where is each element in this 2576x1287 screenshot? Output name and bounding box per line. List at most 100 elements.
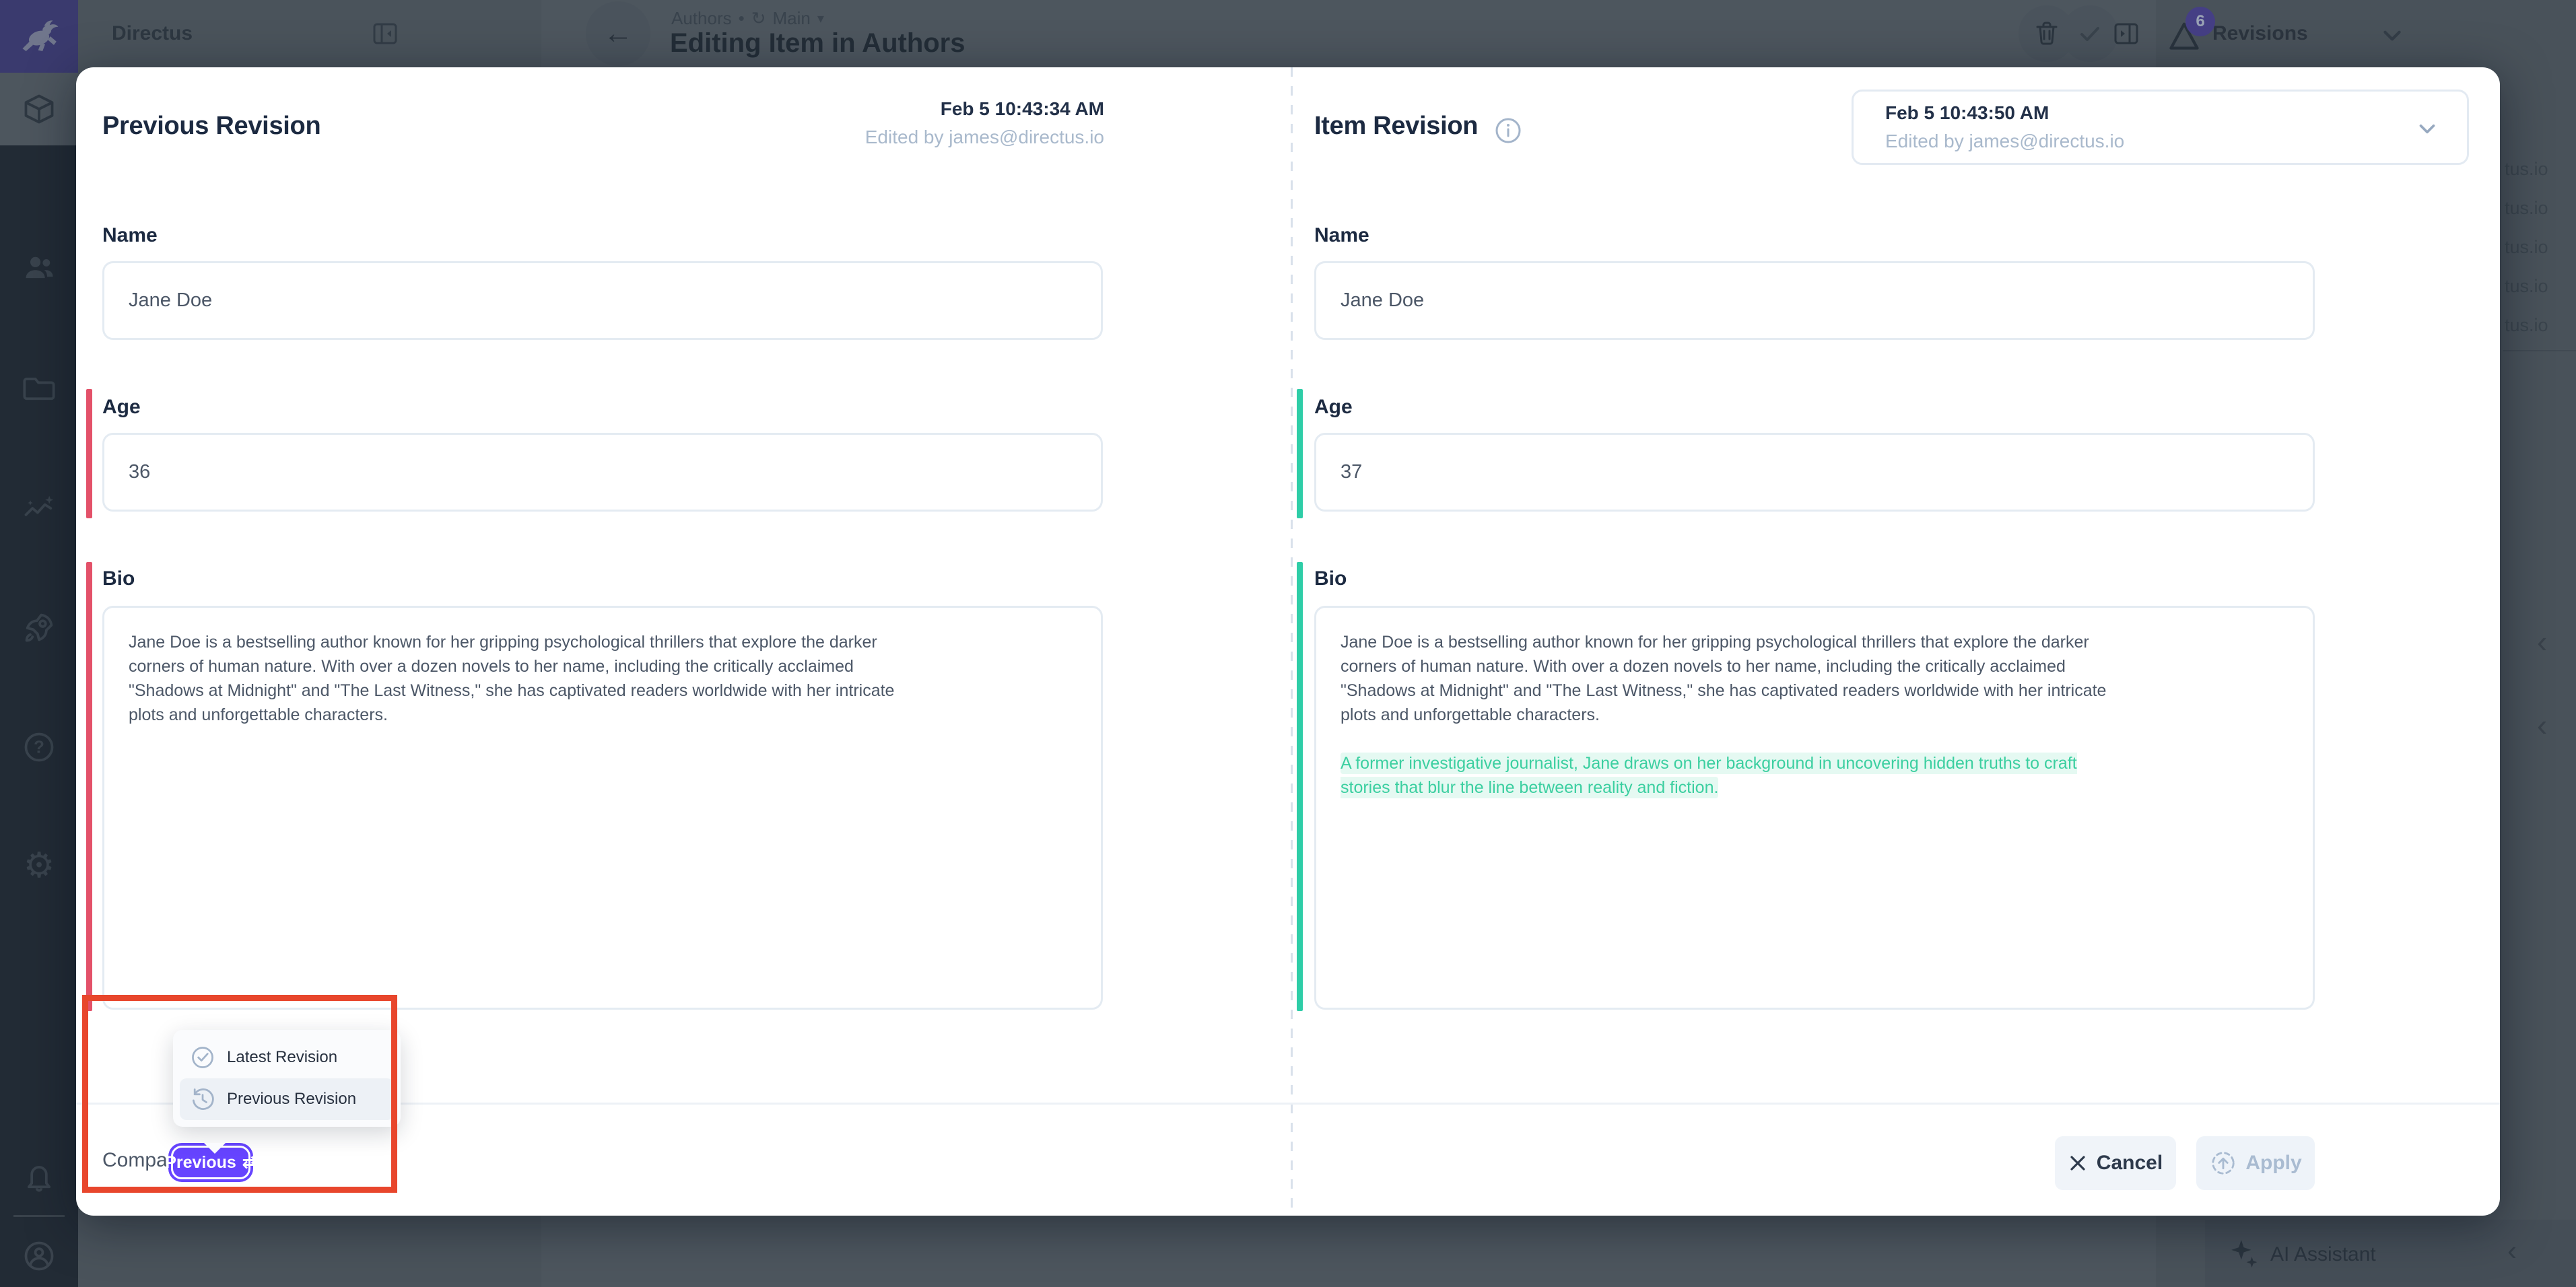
footer-divider [76, 1103, 2500, 1105]
revision-compare-modal: Previous Revision Feb 5 10:43:34 AM Edit… [76, 67, 2500, 1216]
version-icon: ↻ [751, 8, 766, 29]
chevron-left-icon[interactable]: ‹ [2537, 626, 2547, 657]
module-content-active[interactable] [0, 73, 78, 145]
help-icon: ? [22, 730, 57, 765]
module-insights[interactable] [22, 490, 57, 525]
revision-list-item[interactable]: tus.io [2505, 237, 2575, 258]
menu-item-label: Latest Revision [227, 1048, 337, 1067]
menu-caret [204, 1143, 226, 1154]
selected-revision-edited-by: Edited by james@directus.io [1885, 131, 2124, 152]
module-marketplace[interactable] [22, 610, 57, 645]
panels-divider [1291, 67, 1293, 1216]
module-users[interactable] [22, 250, 57, 285]
module-settings[interactable]: ⚙ [0, 847, 78, 884]
revision-selector[interactable]: Feb 5 10:43:50 AM Edited by james@direct… [1852, 90, 2469, 165]
age-label: Age [102, 396, 141, 419]
previous-revision-meta: Feb 5 10:43:34 AM Edited by james@direct… [865, 98, 1104, 148]
bell-icon [22, 1158, 57, 1193]
back-arrow-icon: ← [603, 17, 633, 50]
svg-text:?: ? [34, 737, 44, 757]
sidebar-toggle-button[interactable] [2111, 19, 2141, 48]
close-icon [2068, 1154, 2087, 1173]
change-indicator-added [1297, 562, 1303, 1011]
ai-collapse-button[interactable]: ‹ [2507, 1234, 2517, 1267]
apply-label: Apply [2245, 1152, 2301, 1175]
avatar-icon [22, 1239, 57, 1274]
app-title: Directus [112, 22, 193, 45]
module-bar-divider [13, 1215, 65, 1217]
revision-list-item[interactable]: tus.io [2505, 198, 2575, 219]
bio-input[interactable]: Jane Doe is a bestselling author known f… [1314, 606, 2315, 1010]
compare-target-value: Previous [165, 1153, 236, 1173]
apply-button[interactable]: Apply [2196, 1136, 2315, 1190]
menu-item-previous-revision[interactable]: Previous Revision [180, 1078, 394, 1120]
sparkle-icon [2229, 1237, 2260, 1268]
name-input[interactable]: Jane Doe [1314, 261, 2315, 340]
module-files[interactable] [22, 370, 57, 405]
menu-item-label: Previous Revision [227, 1090, 356, 1109]
previous-revision-timestamp: Feb 5 10:43:34 AM [865, 98, 1104, 120]
breadcrumb-branch[interactable]: Main [773, 8, 811, 29]
folder-icon [22, 370, 57, 405]
rabbit-logo-icon [18, 15, 60, 57]
revisions-count-badge: 6 [2185, 7, 2215, 36]
user-avatar[interactable] [22, 1239, 57, 1274]
check-icon [2075, 19, 2105, 48]
age-input[interactable]: 37 [1314, 433, 2315, 512]
check-circle-icon [189, 1044, 216, 1071]
revision-list-divider [2503, 350, 2576, 351]
cancel-label: Cancel [2097, 1152, 2163, 1175]
panel-collapse-icon [370, 19, 400, 48]
ai-assistant-label: AI Assistant [2270, 1243, 2376, 1266]
directus-logo[interactable] [0, 0, 78, 73]
breadcrumb[interactable]: Authors • ↻ Main ▾ [671, 8, 824, 29]
name-label: Name [102, 224, 158, 247]
name-input[interactable]: Jane Doe [102, 261, 1103, 340]
insights-icon [22, 490, 57, 525]
chevron-down-icon [2379, 23, 2405, 48]
module-bar: ? ⚙ [0, 0, 78, 1287]
revisions-collapse-button[interactable] [2379, 23, 2405, 48]
age-input[interactable]: 36 [102, 433, 1103, 512]
revision-list-item[interactable]: tus.io [2505, 159, 2575, 180]
rocket-icon [22, 610, 57, 645]
cancel-button[interactable]: Cancel [2055, 1136, 2176, 1190]
menu-item-latest-revision[interactable]: Latest Revision [180, 1037, 394, 1078]
selected-revision-timestamp: Feb 5 10:43:50 AM [1885, 102, 2049, 124]
chevron-left-icon[interactable]: ‹ [2537, 709, 2547, 740]
revision-list-item[interactable]: tus.io [2505, 276, 2575, 297]
compare-target-menu: Latest Revision Previous Revision [173, 1030, 401, 1127]
item-revision-title: Item Revision [1314, 112, 1478, 141]
bio-label: Bio [102, 567, 135, 590]
trash-icon [2032, 19, 2062, 48]
change-indicator-removed [86, 389, 92, 518]
page-title: Editing Item in Authors [670, 28, 965, 59]
change-indicator-added [1297, 389, 1303, 518]
apply-upload-icon [2209, 1149, 2237, 1177]
content-cube-icon [22, 92, 57, 127]
users-icon [22, 250, 57, 285]
previous-revision-title: Previous Revision [102, 112, 320, 141]
nav-collapse-button[interactable] [370, 19, 400, 48]
revision-list-item[interactable]: tus.io [2505, 315, 2575, 336]
history-icon [189, 1086, 216, 1113]
module-help[interactable]: ? [22, 730, 57, 765]
revisions-label: Revisions [2212, 22, 2308, 45]
gear-icon: ⚙ [24, 846, 55, 885]
ai-assistant-bar[interactable] [2205, 1220, 2576, 1287]
chevron-down-icon [2414, 116, 2440, 141]
directus-app: ? ⚙ Directus ← Authors • ↻ Main ▾ Editin… [0, 0, 2576, 1287]
chevron-down-icon: ▾ [817, 10, 824, 27]
breadcrumb-collection[interactable]: Authors [671, 8, 732, 29]
bio-label: Bio [1314, 567, 1347, 590]
breadcrumb-separator: • [739, 8, 745, 29]
name-label: Name [1314, 224, 1369, 247]
age-label: Age [1314, 396, 1353, 419]
save-item-button[interactable] [2062, 5, 2118, 62]
change-indicator-removed [86, 562, 92, 1011]
bio-added-text: A former investigative journalist, Jane … [1341, 753, 2077, 798]
back-button[interactable]: ← [586, 1, 650, 66]
notifications-button[interactable] [22, 1158, 57, 1193]
bio-input[interactable]: Jane Doe is a bestselling author known f… [102, 606, 1103, 1010]
item-revision-info[interactable] [1493, 116, 1523, 145]
